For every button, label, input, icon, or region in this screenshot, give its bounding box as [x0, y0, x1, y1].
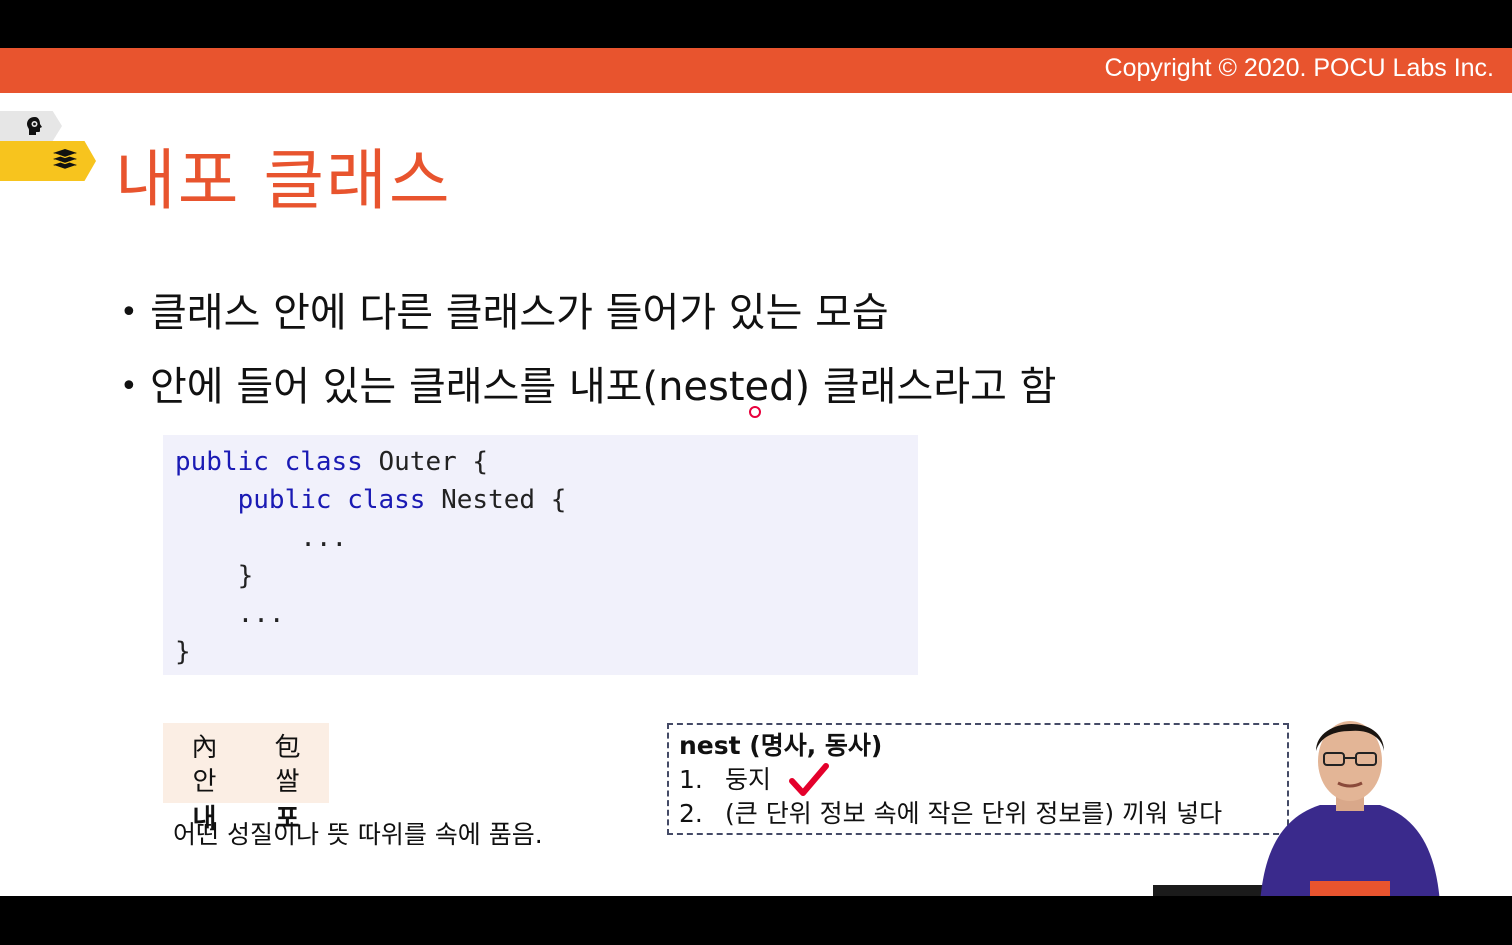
hanja-char: 內: [191, 733, 218, 763]
code-line: ...: [175, 523, 348, 553]
copyright-text: Copyright © 2020. POCU Labs Inc.: [1104, 54, 1494, 82]
video-top-letterbox: [0, 0, 1512, 48]
code-line: ...: [175, 599, 285, 629]
code-line: }: [175, 561, 254, 591]
head-gear-icon: [27, 117, 42, 135]
nest-definition-box: nest (명사, 동사) 1. 둥지 2. (큰 단위 정보 속에 작은 단위…: [667, 723, 1289, 835]
nest-heading: nest (명사, 동사): [679, 731, 883, 760]
pointer-cursor: [749, 406, 761, 418]
checkmark-icon: [789, 763, 830, 796]
section-tab-concept: [0, 111, 62, 141]
code-block: public class Outer { public class Nested…: [163, 435, 918, 675]
code-line: public class Outer {: [175, 447, 489, 477]
presenter-video: [1260, 721, 1440, 896]
hanja-char: 包: [274, 733, 301, 763]
slide-canvas: 내포 클래스 • 클래스 안에 다른 클래스가 들어가 있는 모습 • 안에 들어 …: [0, 93, 1512, 896]
slide-header-strip: Copyright © 2020. POCU Labs Inc.: [0, 48, 1512, 93]
bullet-list: • 클래스 안에 다른 클래스가 들어가 있는 모습 • 안에 들어 있는 클래스를…: [120, 283, 1056, 431]
nest-item: 2. (큰 단위 정보 속에 작은 단위 정보를) 끼워 넣다: [679, 799, 1223, 828]
code-line: public class Nested {: [237, 485, 567, 515]
books-stack-icon: [53, 149, 77, 171]
hanja-box: 內 包 안 내 쌀 포: [163, 723, 329, 834]
slide-title: 내포 클래스: [115, 142, 452, 219]
bullet-item: • 안에 들어 있는 클래스를 내포(nested) 클래스라고 함: [120, 364, 1057, 410]
code-line: }: [175, 637, 191, 667]
nest-item: 1. 둥지: [679, 763, 1277, 797]
video-bottom-letterbox: [0, 896, 1512, 945]
bullet-item: • 클래스 안에 다른 클래스가 들어가 있는 모습: [120, 290, 889, 336]
hanja-meaning: 어떤 성질이나 뜻 따위를 속에 품음.: [173, 820, 543, 849]
section-tab-learn: [0, 141, 96, 181]
